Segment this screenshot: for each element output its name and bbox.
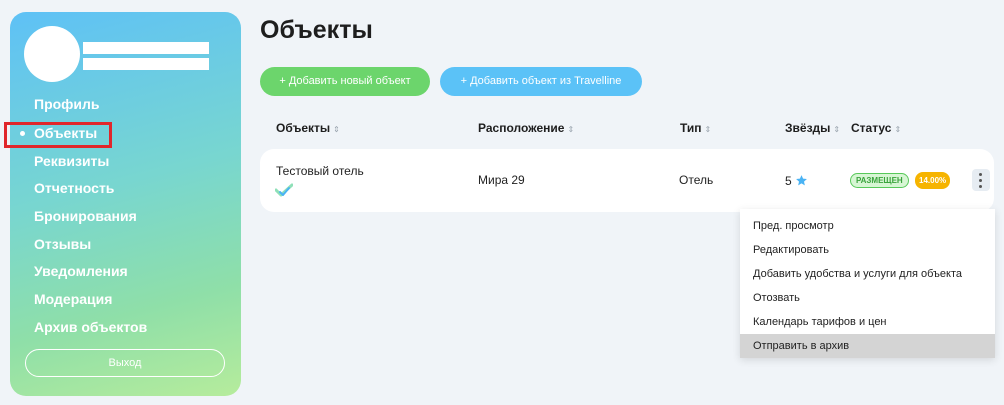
dot xyxy=(979,179,982,182)
status-badge: РАЗМЕЩЕН xyxy=(850,173,909,188)
sidebar-item-profile[interactable]: Профиль xyxy=(34,96,100,112)
dot xyxy=(979,173,982,176)
sort-icon[interactable]: ⇕ xyxy=(705,125,712,134)
menu-item-rates-calendar[interactable]: Календарь тарифов и цен xyxy=(740,310,995,334)
column-label: Звёзды xyxy=(785,121,831,135)
sidebar-item-reports[interactable]: Отчетность xyxy=(34,180,114,196)
sidebar-item-objects[interactable]: Объекты xyxy=(19,125,97,141)
sidebar: Профиль Объекты Реквизиты Отчетность Бро… xyxy=(4,12,241,396)
column-header-stars[interactable]: Звёзды ⇕ xyxy=(785,121,840,135)
object-location: Мира 29 xyxy=(478,173,525,187)
object-type: Отель xyxy=(679,173,714,187)
column-label: Расположение xyxy=(478,121,565,135)
more-options-button[interactable] xyxy=(972,169,990,191)
sidebar-item-moderation[interactable]: Модерация xyxy=(34,291,112,307)
object-name[interactable]: Тестовый отель xyxy=(276,164,364,178)
column-header-location[interactable]: Расположение ⇕ xyxy=(478,121,574,135)
sort-icon[interactable]: ⇕ xyxy=(567,125,574,134)
dot xyxy=(979,185,982,188)
sort-icon[interactable]: ⇕ xyxy=(833,125,840,134)
menu-item-preview[interactable]: Пред. просмотр xyxy=(740,214,995,238)
add-from-travelline-button[interactable]: + Добавить объект из Travelline xyxy=(440,67,642,96)
user-subtitle-placeholder xyxy=(83,58,209,70)
column-header-objects[interactable]: Объекты ⇕ xyxy=(276,121,340,135)
page-title: Объекты xyxy=(260,16,373,44)
column-header-type[interactable]: Тип ⇕ xyxy=(680,121,711,135)
table-row[interactable]: Тестовый отель Мира 29 Отель 5 РАЗМЕЩЕН … xyxy=(260,149,994,212)
column-label: Объекты xyxy=(276,121,331,135)
column-label: Статус xyxy=(851,121,892,135)
sidebar-item-archive[interactable]: Архив объектов xyxy=(34,319,147,335)
add-object-button[interactable]: + Добавить новый объект xyxy=(260,67,430,96)
user-name-placeholder xyxy=(83,42,209,54)
verified-check-icon xyxy=(275,183,293,197)
sidebar-item-reviews[interactable]: Отзывы xyxy=(34,236,91,252)
sort-icon[interactable]: ⇕ xyxy=(894,125,901,134)
menu-item-archive[interactable]: Отправить в архив xyxy=(740,334,995,358)
sort-icon[interactable]: ⇕ xyxy=(333,125,340,134)
sidebar-item-notifications[interactable]: Уведомления xyxy=(34,263,128,279)
menu-item-edit[interactable]: Редактировать xyxy=(740,238,995,262)
menu-item-add-amenities[interactable]: Добавить удобства и услуги для объекта xyxy=(740,262,995,286)
row-actions-menu: Пред. просмотр Редактировать Добавить уд… xyxy=(740,209,995,358)
column-header-status[interactable]: Статус ⇕ xyxy=(851,121,901,135)
column-label: Тип xyxy=(680,121,702,135)
stars-value: 5 xyxy=(785,174,792,188)
star-icon xyxy=(795,175,807,186)
completion-percent-badge: 14.00% xyxy=(915,172,951,189)
sidebar-item-requisites[interactable]: Реквизиты xyxy=(34,153,109,169)
logout-button[interactable]: Выход xyxy=(25,349,225,377)
menu-item-revoke[interactable]: Отозвать xyxy=(740,286,995,310)
avatar[interactable] xyxy=(24,26,80,82)
sidebar-item-bookings[interactable]: Бронирования xyxy=(34,208,137,224)
object-stars: 5 xyxy=(785,174,808,188)
